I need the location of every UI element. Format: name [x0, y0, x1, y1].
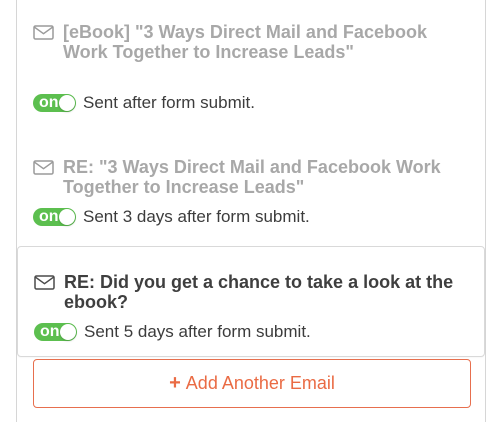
email-subject-row: RE: "3 Ways Direct Mail and Facebook Wor… [33, 157, 453, 197]
add-another-email-label: Add Another Email [185, 373, 335, 393]
email-subject: [eBook] "3 Ways Direct Mail and Facebook… [63, 22, 427, 62]
send-timing-text: Sent 3 days after form submit. [83, 207, 310, 226]
toggle-knob [60, 324, 76, 340]
email-sequence-panel: [eBook] "3 Ways Direct Mail and Facebook… [16, 0, 486, 422]
email-status-row: on Sent 5 days after form submit. [34, 322, 311, 342]
add-another-email-button[interactable]: + Add Another Email [33, 359, 471, 408]
send-timing-text: Sent 5 days after form submit. [84, 322, 311, 341]
email-subject-row: RE: Did you get a chance to take a look … [34, 272, 454, 312]
email-item-2[interactable]: RE: "3 Ways Direct Mail and Facebook Wor… [17, 157, 485, 233]
send-toggle[interactable]: on [33, 208, 76, 226]
email-subject: RE: Did you get a chance to take a look … [64, 272, 454, 312]
mail-envelope-icon [33, 25, 54, 40]
send-timing-text: Sent after form submit. [83, 93, 255, 112]
email-subject: RE: "3 Ways Direct Mail and Facebook Wor… [63, 157, 441, 197]
toggle-label: on [40, 323, 60, 340]
email-status-row: on Sent after form submit. [33, 93, 255, 113]
toggle-label: on [39, 94, 59, 111]
send-toggle[interactable]: on [33, 94, 76, 112]
toggle-knob [59, 95, 75, 111]
email-item-1[interactable]: [eBook] "3 Ways Direct Mail and Facebook… [17, 22, 485, 118]
plus-icon: + [169, 372, 181, 394]
mail-envelope-icon [33, 160, 54, 175]
email-subject-row: [eBook] "3 Ways Direct Mail and Facebook… [33, 22, 453, 62]
email-status-row: on Sent 3 days after form submit. [33, 207, 310, 227]
email-item-3-selected[interactable]: RE: Did you get a chance to take a look … [17, 246, 485, 357]
send-toggle[interactable]: on [34, 323, 77, 341]
toggle-label: on [39, 208, 59, 225]
mail-envelope-icon [34, 275, 55, 290]
toggle-knob [59, 209, 75, 225]
